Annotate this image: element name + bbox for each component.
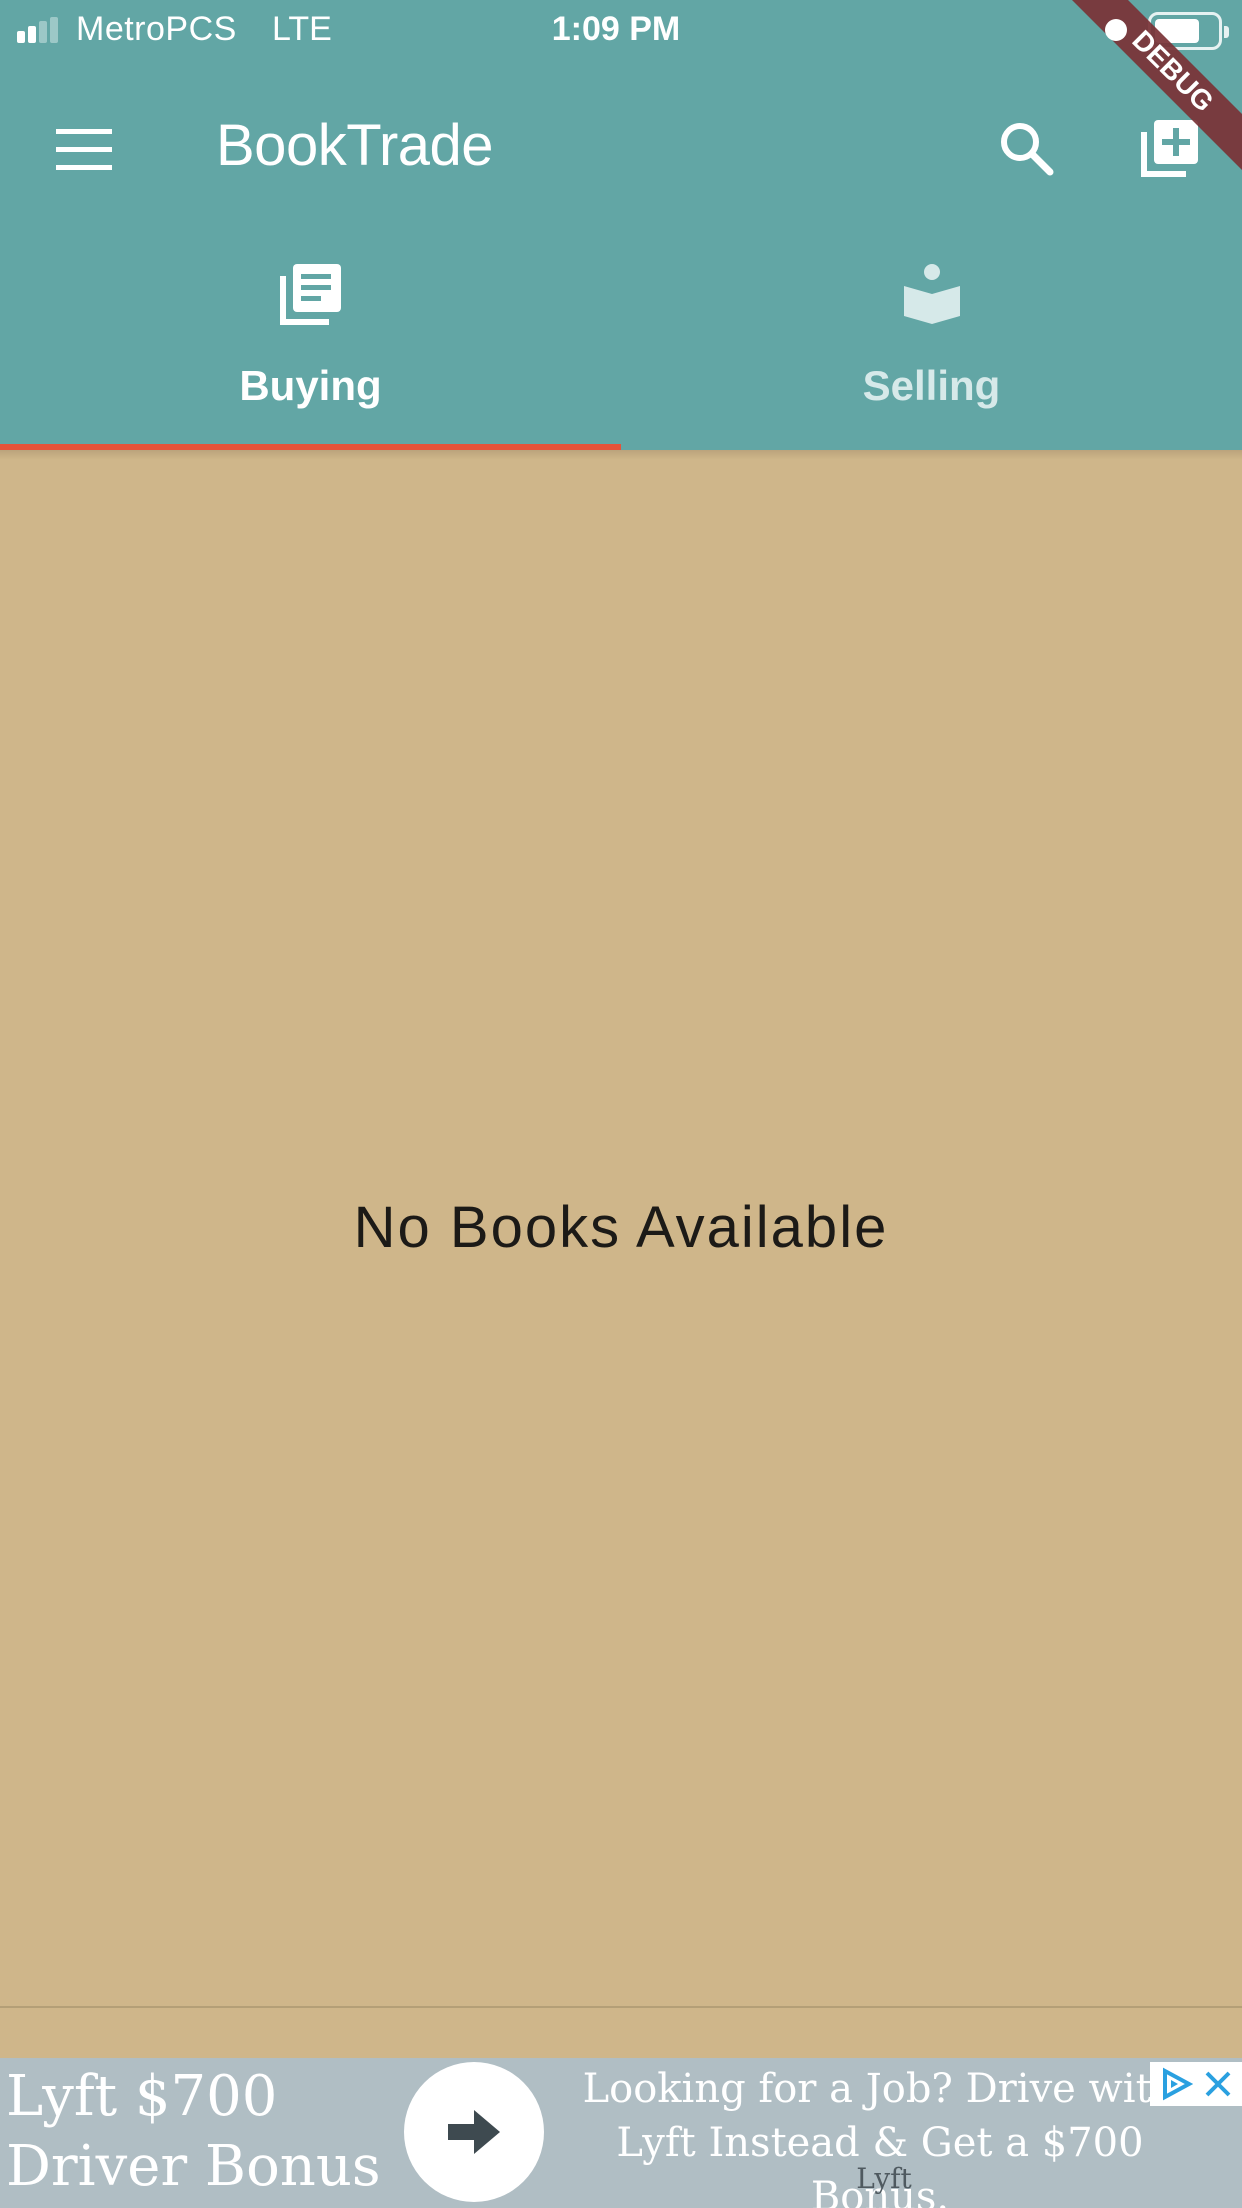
tab-bar: Buying Selling	[0, 226, 1242, 450]
close-icon[interactable]	[1203, 2069, 1233, 2099]
debug-banner: DEBUG	[1072, 0, 1242, 170]
ad-choices-icon[interactable]	[1159, 2067, 1193, 2101]
tab-selling[interactable]: Selling	[621, 226, 1242, 450]
debug-banner-label: DEBUG	[1126, 24, 1219, 117]
header: MetroPCS LTE 1:09 PM BookTrade Buying Se…	[0, 0, 1242, 450]
library-books-icon	[279, 264, 341, 325]
app-title: BookTrade	[216, 113, 494, 178]
app-bar: BookTrade	[0, 62, 1242, 226]
ad-choices[interactable]	[1150, 2062, 1242, 2106]
tab-buying-label: Buying	[239, 362, 382, 409]
ad-headline[interactable]: Lyft $700 Driver Bonus	[6, 2062, 406, 2202]
divider	[0, 2006, 1242, 2008]
ad-advertiser: Lyft	[856, 2162, 912, 2195]
search-icon	[1001, 123, 1054, 176]
empty-state-message: No Books Available	[353, 1195, 889, 1260]
header-shadow	[0, 450, 1242, 460]
menu-button[interactable]	[36, 102, 132, 198]
status-bar: MetroPCS LTE 1:09 PM	[0, 0, 1242, 62]
ad-cta-button[interactable]	[404, 2062, 544, 2202]
tab-selling-label: Selling	[862, 362, 1001, 409]
ad-banner[interactable]: Lyft $700 Driver Bonus Looking for a Job…	[0, 2058, 1242, 2208]
arrow-right-icon	[448, 2110, 500, 2154]
tab-buying[interactable]: Buying	[0, 226, 621, 450]
status-time: 1:09 PM	[551, 10, 681, 48]
menu-icon	[56, 129, 112, 170]
person-reading-book-icon	[903, 264, 960, 324]
search-button[interactable]	[978, 100, 1074, 196]
